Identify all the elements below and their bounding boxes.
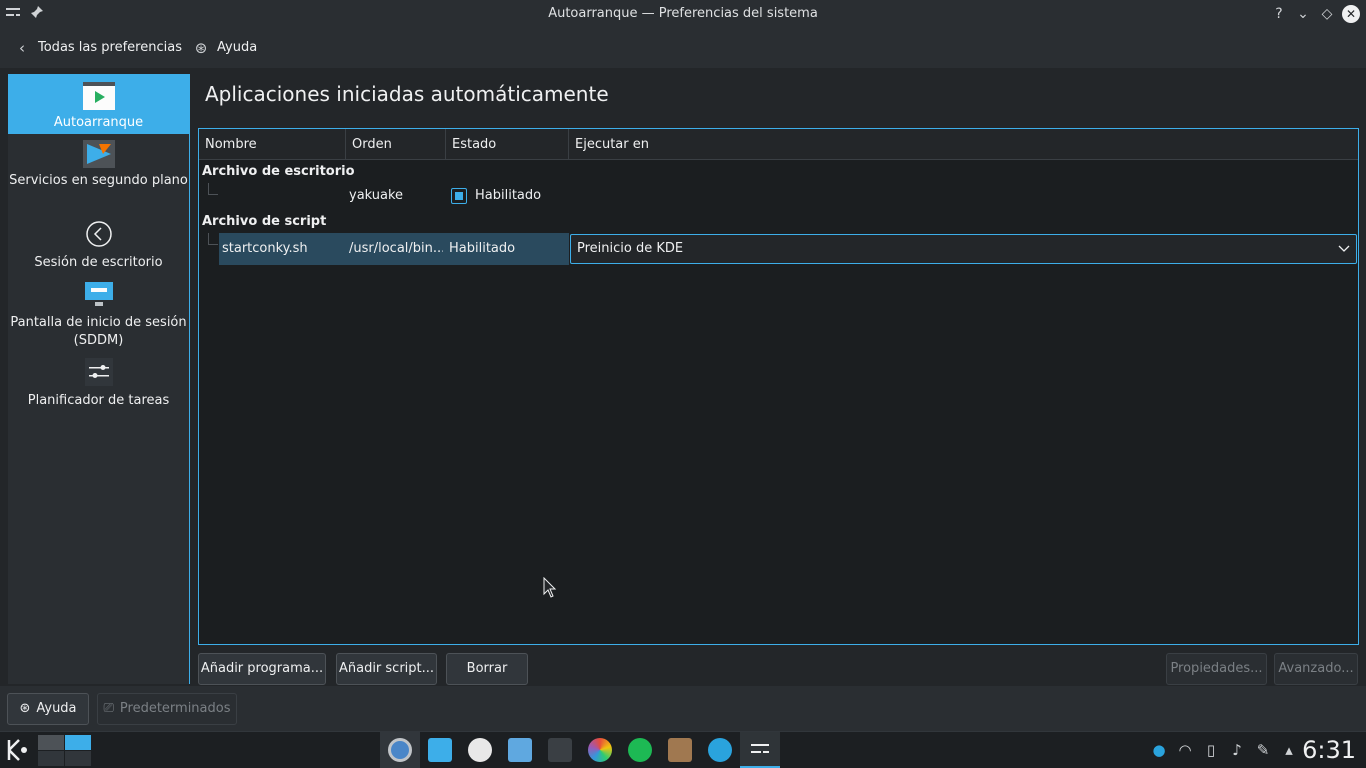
run-at-select[interactable]: Preinicio de KDE bbox=[570, 234, 1357, 264]
tray-expand-icon[interactable]: ▴ bbox=[1280, 741, 1298, 759]
sidebar-item-sddm[interactable]: Pantalla de inicio de sesión (SDDM) bbox=[8, 280, 189, 352]
back-button[interactable]: ‹ Todas las preferencias bbox=[14, 38, 182, 58]
toolbar-help-button[interactable]: ⊛ Ayuda bbox=[193, 38, 257, 58]
telegram-tray-icon[interactable]: ● bbox=[1150, 741, 1168, 759]
battery-icon[interactable]: ▯ bbox=[1202, 741, 1220, 759]
task-scheduler-icon bbox=[83, 358, 115, 386]
color-picker-icon[interactable] bbox=[588, 738, 612, 762]
lifebuoy-icon: ⊛ bbox=[194, 39, 208, 57]
column-header-run-at[interactable]: Ejecutar en bbox=[569, 129, 1358, 160]
system-settings-icon[interactable] bbox=[750, 742, 770, 762]
sidebar-item-label: Pantalla de inicio de sesión (SDDM) bbox=[10, 315, 187, 348]
login-screen-icon bbox=[83, 280, 115, 308]
enabled-checkbox[interactable] bbox=[451, 188, 467, 204]
column-header-status[interactable]: Estado bbox=[446, 129, 569, 160]
virtual-desktop-pager[interactable] bbox=[38, 735, 92, 766]
clipboard-icon[interactable]: ✎ bbox=[1254, 741, 1272, 759]
services-icon bbox=[82, 140, 115, 168]
column-header-name[interactable]: Nombre bbox=[199, 129, 346, 160]
page-title: Aplicaciones iniciadas automáticamente bbox=[205, 82, 609, 106]
footer-help-label: Ayuda bbox=[36, 701, 77, 716]
group-desktop-files[interactable]: Archivo de escritorio bbox=[202, 164, 355, 179]
tree-branch bbox=[208, 183, 218, 195]
autostart-tree[interactable]: Nombre Orden Estado Ejecutar en Archivo … bbox=[198, 128, 1359, 645]
reset-icon: ⎚ bbox=[103, 701, 114, 716]
gimp-icon[interactable] bbox=[668, 738, 692, 762]
column-header-order[interactable]: Orden bbox=[346, 129, 446, 160]
chatgpt-icon[interactable] bbox=[468, 738, 492, 762]
sidebar-item-label: Autoarranque bbox=[53, 115, 144, 130]
session-back-icon bbox=[83, 220, 115, 248]
tree-branch bbox=[208, 233, 218, 245]
defaults-button[interactable]: ⎚ Predeterminados bbox=[97, 693, 237, 725]
toolbar-help-label: Ayuda bbox=[217, 40, 258, 55]
sidebar-item-label: Sesión de escritorio bbox=[34, 255, 163, 270]
mouse-cursor-icon bbox=[543, 576, 557, 603]
sidebar-item-session[interactable]: Sesión de escritorio bbox=[8, 220, 189, 272]
minimize-icon[interactable]: ⌄ bbox=[1294, 5, 1312, 23]
desktop-2[interactable] bbox=[65, 735, 91, 750]
desktop-3[interactable] bbox=[38, 751, 64, 766]
sidebar-item-autoarranque[interactable]: Autoarranque bbox=[8, 74, 189, 134]
row-status: Habilitado bbox=[475, 188, 542, 203]
lifebuoy-icon: ⊛ bbox=[19, 701, 31, 716]
add-program-button[interactable]: Añadir programa... bbox=[198, 653, 326, 685]
add-script-button[interactable]: Añadir script... bbox=[336, 653, 437, 685]
telegram-icon[interactable] bbox=[708, 738, 732, 762]
window-titlebar: Autoarranque — Preferencias del sistema … bbox=[0, 0, 1366, 28]
kde-launcher-icon[interactable] bbox=[4, 736, 32, 768]
back-label: Todas las preferencias bbox=[38, 40, 182, 55]
help-icon[interactable]: ? bbox=[1270, 5, 1288, 23]
volume-icon[interactable]: ♪ bbox=[1228, 741, 1246, 759]
sidebar-item-services[interactable]: Servicios en segundo plano bbox=[8, 140, 189, 212]
advanced-button[interactable]: Avanzado... bbox=[1274, 653, 1358, 685]
taskbar: ● ◠ ▯ ♪ ✎ ▴ 6:31 bbox=[0, 731, 1366, 768]
sidebar-item-label: Servicios en segundo plano bbox=[9, 173, 188, 188]
footer-help-button[interactable]: ⊛ Ayuda bbox=[7, 693, 89, 725]
desktop-4[interactable] bbox=[65, 751, 91, 766]
row-name: startconky.sh bbox=[222, 241, 308, 256]
toolbar: ‹ Todas las preferencias ⊛ Ayuda bbox=[0, 28, 1366, 68]
chevron-down-icon bbox=[1338, 235, 1350, 273]
mail-icon[interactable] bbox=[508, 738, 532, 762]
group-script-files[interactable]: Archivo de script bbox=[202, 214, 326, 229]
maximize-icon[interactable]: ◇ bbox=[1318, 5, 1336, 23]
delete-button[interactable]: Borrar bbox=[446, 653, 528, 685]
close-icon[interactable]: ✕ bbox=[1342, 5, 1360, 23]
autostart-icon bbox=[82, 82, 115, 110]
run-at-value: Preinicio de KDE bbox=[577, 241, 684, 256]
sidebar-item-label: Planificador de tareas bbox=[27, 393, 170, 408]
wifi-icon[interactable]: ◠ bbox=[1176, 741, 1194, 759]
sidebar-item-scheduler[interactable]: Planificador de tareas bbox=[8, 358, 189, 410]
row-order: yakuake bbox=[349, 188, 404, 203]
row-status: Habilitado bbox=[449, 241, 516, 256]
chrome-icon[interactable] bbox=[388, 738, 412, 762]
properties-button[interactable]: Propiedades... bbox=[1166, 653, 1267, 685]
spotify-icon[interactable] bbox=[628, 738, 652, 762]
sidebar: Autoarranque Servicios en segundo plano … bbox=[8, 74, 190, 684]
row-order: /usr/local/bin... bbox=[349, 241, 443, 256]
clock[interactable]: 6:31 bbox=[1302, 736, 1356, 764]
desktop-1[interactable] bbox=[38, 735, 64, 750]
defaults-label: Predeterminados bbox=[119, 701, 231, 716]
window-title: Autoarranque — Preferencias del sistema bbox=[548, 6, 818, 21]
terminal-icon[interactable] bbox=[548, 738, 572, 762]
chevron-left-icon: ‹ bbox=[19, 39, 25, 57]
footer-bar: ⊛ Ayuda ⎚ Predeterminados bbox=[0, 686, 1366, 732]
files-icon[interactable] bbox=[428, 738, 452, 762]
